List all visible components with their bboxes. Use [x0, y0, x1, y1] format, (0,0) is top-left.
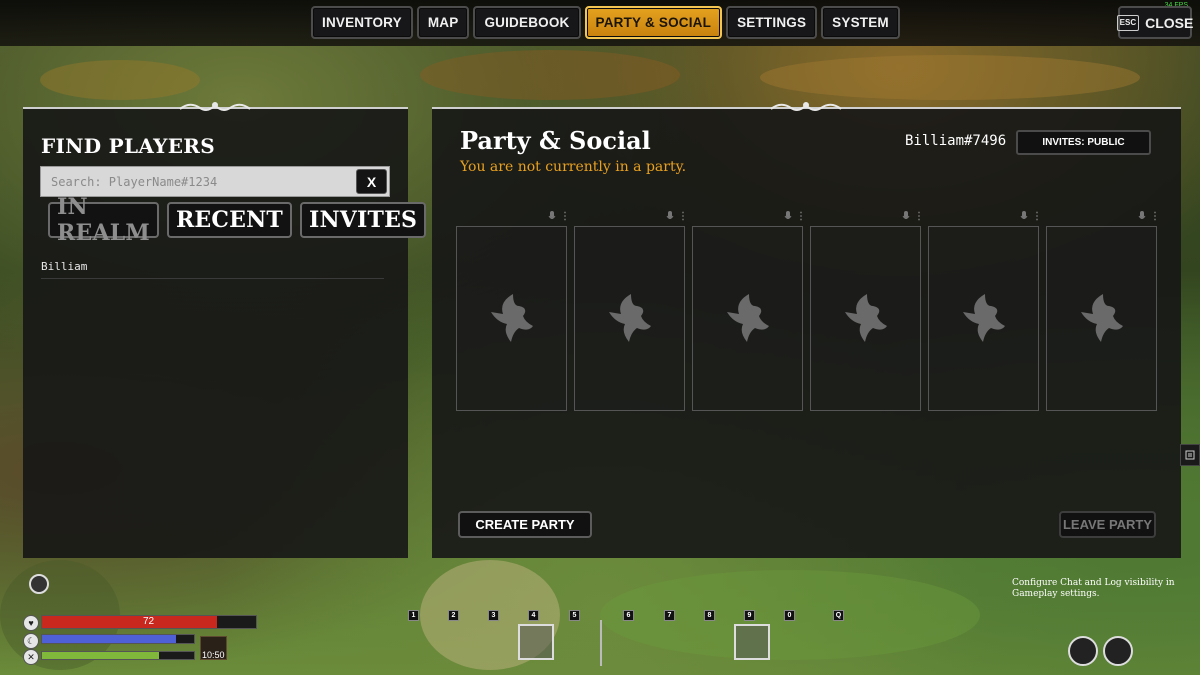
slot-controls: ⋮	[1138, 209, 1160, 223]
hotbar-slot[interactable]	[398, 624, 434, 660]
party-member-slot[interactable]	[810, 226, 921, 411]
more-options-icon[interactable]: ⋮	[914, 211, 924, 222]
hotbar-slot[interactable]	[694, 624, 730, 660]
hotbar-key-5: 5	[569, 610, 580, 621]
bird-emblem-icon	[490, 293, 533, 342]
hotbar-slot[interactable]	[734, 624, 770, 660]
microphone-icon[interactable]	[666, 210, 674, 222]
hotbar-slot[interactable]	[559, 624, 595, 660]
clear-search-button[interactable]: X	[356, 169, 387, 194]
hotbar-key-2: 2	[448, 610, 459, 621]
hotbar-slot[interactable]	[823, 624, 859, 660]
microphone-icon[interactable]	[784, 210, 792, 222]
party-social-panel: Party & Social You are not currently in …	[432, 102, 1181, 558]
compass-icon	[29, 574, 49, 594]
tab-invites[interactable]: INVITES	[299, 202, 427, 238]
party-title: Party & Social	[460, 126, 651, 155]
slot-controls: ⋮	[902, 209, 924, 223]
bird-emblem-icon	[844, 293, 887, 342]
hotbar-key-3: 3	[488, 610, 499, 621]
tab-map[interactable]: MAP	[416, 6, 470, 39]
esc-key-hint: ESC	[1116, 14, 1140, 31]
stamina-icon: ✕	[23, 649, 39, 665]
hotbar-key-8: 8	[704, 610, 715, 621]
hotbar-slot[interactable]	[774, 624, 810, 660]
side-panel-toggle[interactable]	[1180, 444, 1200, 466]
party-member-slot[interactable]	[574, 226, 685, 411]
more-options-icon[interactable]: ⋮	[560, 211, 570, 222]
party-member-slot[interactable]	[928, 226, 1039, 411]
player-tag: Billiam#7496	[905, 133, 1007, 149]
hotbar-key-q: Q	[833, 610, 844, 621]
find-players-panel: FIND PLAYERS X IN REALM RECENT INVITES B…	[23, 102, 427, 558]
tab-party-social[interactable]: PARTY & SOCIAL	[584, 6, 723, 39]
close-label: CLOSE	[1145, 14, 1194, 31]
hotbar-slot[interactable]	[518, 624, 554, 660]
stamina-bar-fill	[42, 652, 160, 659]
find-players-title: FIND PLAYERS	[41, 134, 215, 158]
hotbar-key-4: 4	[528, 610, 539, 621]
slot-controls: ⋮	[784, 209, 806, 223]
bird-emblem-icon	[726, 293, 769, 342]
hotbar-slot[interactable]	[438, 624, 474, 660]
main-nav-tabs: INVENTORY MAP GUIDEBOOK PARTY & SOCIAL S…	[311, 6, 900, 39]
hotbar-key-0: 0	[784, 610, 795, 621]
more-options-icon[interactable]: ⋮	[678, 211, 688, 222]
party-member-slot[interactable]	[1046, 226, 1157, 411]
slot-controls: ⋮	[1020, 209, 1042, 223]
leave-party-button[interactable]: LEAVE PARTY	[1059, 511, 1156, 538]
tab-settings[interactable]: SETTINGS	[726, 6, 818, 39]
bird-emblem-icon	[608, 293, 651, 342]
notes-icon	[1185, 450, 1195, 460]
mana-bar	[41, 634, 195, 644]
hotbar-divider	[600, 620, 602, 666]
microphone-icon[interactable]	[902, 210, 910, 222]
hotbar-slot[interactable]	[478, 624, 514, 660]
tab-system[interactable]: SYSTEM	[821, 6, 900, 39]
bird-emblem-icon	[962, 293, 1005, 342]
stamina-bar	[41, 651, 195, 660]
hotbar-key-9: 9	[744, 610, 755, 621]
microphone-icon[interactable]	[1138, 210, 1146, 222]
tab-recent[interactable]: RECENT	[166, 202, 292, 238]
tab-in-realm[interactable]: IN REALM	[48, 194, 159, 246]
heart-icon: ♥	[23, 615, 39, 631]
chat-settings-tip: Configure Chat and Log visibility in Gam…	[1012, 578, 1175, 599]
tab-guidebook[interactable]: GUIDEBOOK	[473, 6, 581, 39]
player-search-input[interactable]	[41, 167, 389, 196]
hotbar-key-1: 1	[408, 610, 419, 621]
health-value: 72	[142, 616, 155, 627]
time-readout: 10:50	[202, 650, 225, 660]
mana-icon: ☾	[23, 633, 39, 649]
microphone-icon[interactable]	[1020, 210, 1028, 222]
more-options-icon[interactable]: ⋮	[1150, 211, 1160, 222]
create-party-button[interactable]: CREATE PARTY	[458, 511, 592, 538]
hotbar-slot[interactable]	[654, 624, 690, 660]
tab-inventory[interactable]: INVENTORY	[311, 6, 413, 39]
invites-visibility-button[interactable]: INVITES: PUBLIC	[1016, 130, 1151, 155]
character-portrait-icon[interactable]	[1068, 636, 1098, 666]
party-status-text: You are not currently in a party.	[460, 159, 687, 175]
top-nav-bar: INVENTORY MAP GUIDEBOOK PARTY & SOCIAL S…	[0, 0, 1200, 46]
more-options-icon[interactable]: ⋮	[1032, 211, 1042, 222]
ornament-flourish-icon	[179, 102, 251, 111]
player-list-item[interactable]: Billiam	[41, 257, 384, 279]
ornament-flourish-icon	[770, 102, 842, 111]
find-players-tabs: IN REALM RECENT INVITES	[48, 194, 427, 246]
hotbar-key-6: 6	[623, 610, 634, 621]
player-search-box: X	[40, 166, 390, 197]
mana-bar-fill	[42, 635, 176, 643]
hotbar-key-7: 7	[664, 610, 675, 621]
slot-controls: ⋮	[548, 209, 570, 223]
party-member-slot[interactable]	[692, 226, 803, 411]
slot-controls: ⋮	[666, 209, 688, 223]
bird-emblem-icon	[1080, 293, 1123, 342]
party-member-slot[interactable]	[456, 226, 567, 411]
more-options-icon[interactable]: ⋮	[796, 211, 806, 222]
companion-portrait-icon[interactable]	[1103, 636, 1133, 666]
hotbar-slot[interactable]	[613, 624, 649, 660]
close-button[interactable]: ESC CLOSE	[1116, 6, 1194, 39]
microphone-icon[interactable]	[548, 210, 556, 222]
